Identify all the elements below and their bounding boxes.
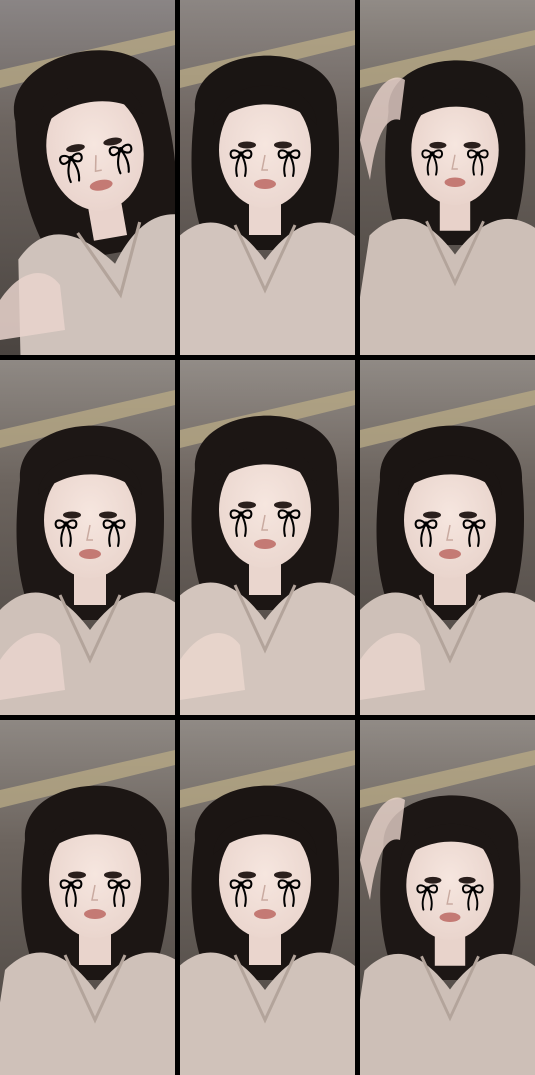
photo-frame-1: [0, 0, 175, 355]
left-eye: [424, 876, 442, 884]
lips: [254, 179, 276, 189]
photo-frame-2: [180, 0, 355, 355]
photo-frame-7: [0, 720, 175, 1075]
left-eye: [238, 501, 256, 509]
right-eye: [274, 871, 292, 879]
right-eye: [274, 141, 292, 149]
right-eye: [104, 871, 122, 879]
left-eye: [238, 871, 256, 879]
lips: [254, 539, 276, 549]
lips: [84, 909, 106, 919]
left-eye: [429, 141, 447, 149]
left-eye: [63, 511, 81, 519]
photo-frame-3: [360, 0, 535, 355]
photo-frame-9: [360, 720, 535, 1075]
left-eye: [238, 141, 256, 149]
photo-frame-5: [180, 360, 355, 715]
left-eye: [68, 871, 86, 879]
right-eye: [463, 141, 481, 149]
right-eye: [458, 876, 476, 884]
right-eye: [459, 511, 477, 519]
lips: [79, 549, 101, 559]
lips: [439, 549, 461, 559]
photo-frame-6: [360, 360, 535, 715]
photo-frame-4: [0, 360, 175, 715]
photo-frame-8: [180, 720, 355, 1075]
lips: [439, 912, 461, 923]
photo-collage: [0, 0, 535, 1075]
left-eye: [423, 511, 441, 519]
lips: [444, 177, 466, 188]
lips: [254, 909, 276, 919]
right-eye: [99, 511, 117, 519]
right-eye: [274, 501, 292, 509]
